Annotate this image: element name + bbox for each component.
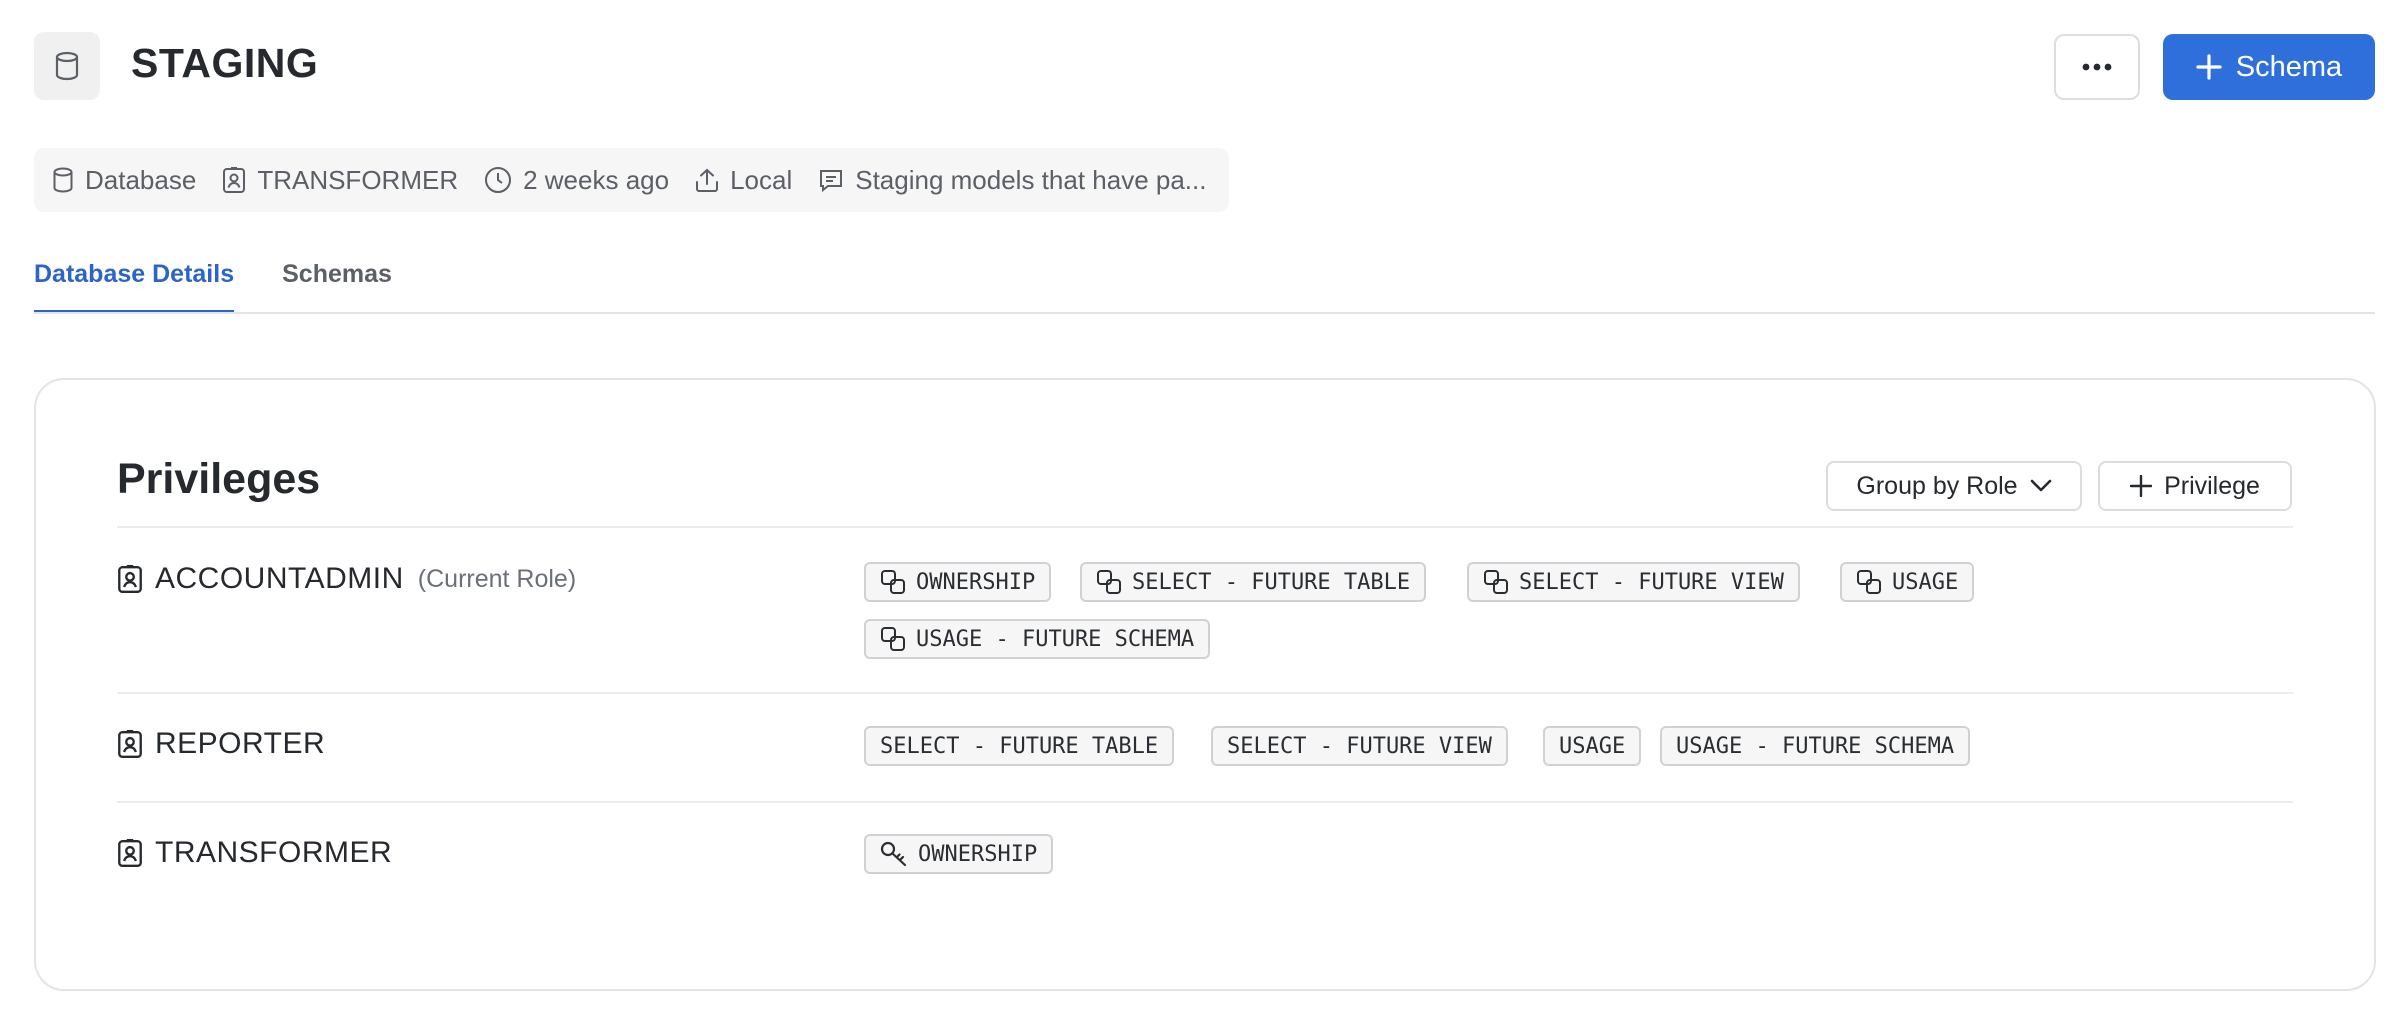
role-name: REPORTER <box>155 727 326 760</box>
inherited-grant-icon <box>881 570 905 594</box>
chip-label: OWNERSHIP <box>918 841 1038 867</box>
chip-label: USAGE - FUTURE SCHEMA <box>916 626 1195 652</box>
user-badge-icon <box>223 167 246 193</box>
inherited-grant-icon <box>1097 570 1121 594</box>
privilege-chip-usage-future-schema[interactable]: USAGE - FUTURE SCHEMA <box>1660 726 1971 766</box>
tab-database-details[interactable]: Database Details <box>34 250 235 314</box>
role-name: TRANSFORMER <box>155 836 393 869</box>
key-icon <box>880 841 907 867</box>
plus-icon <box>2196 54 2222 80</box>
meta-source-label: Local <box>730 164 793 195</box>
add-schema-button[interactable]: Schema <box>2163 34 2375 100</box>
chip-label: SELECT - FUTURE VIEW <box>1519 569 1784 595</box>
privilege-chip-select-future-view[interactable]: SELECT - FUTURE VIEW <box>1467 562 1800 602</box>
user-badge-icon <box>118 838 142 868</box>
role-reporter[interactable]: REPORTER <box>117 727 325 761</box>
database-meta-bar: Database TRANSFORMER 2 weeks ago Local S… <box>34 148 1229 212</box>
role-transformer[interactable]: TRANSFORMER <box>117 836 392 870</box>
current-role-note: (Current Role) <box>417 564 577 593</box>
chip-label: OWNERSHIP <box>916 569 1036 595</box>
add-privilege-label: Privilege <box>2164 471 2260 500</box>
meta-comment-label: Staging models that have pa... <box>855 164 1207 195</box>
inherited-grant-icon <box>1857 570 1881 594</box>
privilege-chip-ownership[interactable]: OWNERSHIP <box>864 562 1052 602</box>
chip-label: USAGE <box>1559 733 1626 759</box>
plus-icon <box>2130 475 2153 497</box>
privilege-chip-select-future-table[interactable]: SELECT - FUTURE TABLE <box>1080 562 1427 602</box>
privilege-chip-usage[interactable]: USAGE <box>1543 726 1642 766</box>
tab-divider <box>34 312 2375 314</box>
database-icon <box>55 51 79 81</box>
meta-updated-label: 2 weeks ago <box>523 164 670 195</box>
inherited-grant-icon <box>1484 570 1508 594</box>
privileges-title: Privileges <box>117 455 321 503</box>
privilege-chip-usage[interactable]: USAGE <box>1840 562 1975 602</box>
more-options-button[interactable] <box>2054 34 2140 100</box>
meta-owner-label: TRANSFORMER <box>257 164 459 195</box>
upload-icon <box>696 168 719 192</box>
clock-icon <box>485 167 512 193</box>
more-horizontal-icon <box>2082 63 2112 71</box>
privilege-chip-select-future-table[interactable]: SELECT - FUTURE TABLE <box>864 726 1175 766</box>
add-privilege-button[interactable]: Privilege <box>2098 461 2292 511</box>
meta-type: Database <box>52 165 196 196</box>
group-by-role-dropdown[interactable]: Group by Role <box>1826 461 2082 511</box>
row-divider <box>117 801 2293 803</box>
tab-bar: Database Details Schemas <box>34 250 392 314</box>
chip-label: SELECT - FUTURE TABLE <box>1132 569 1411 595</box>
meta-updated: 2 weeks ago <box>484 165 669 196</box>
privilege-chip-select-future-view[interactable]: SELECT - FUTURE VIEW <box>1211 726 1508 766</box>
row-divider <box>117 692 2293 694</box>
role-name: ACCOUNTADMIN <box>155 562 404 595</box>
comment-icon <box>820 170 843 193</box>
user-badge-icon <box>118 564 142 594</box>
chip-label: SELECT - FUTURE VIEW <box>1227 733 1492 759</box>
privilege-chip-usage-future-schema[interactable]: USAGE - FUTURE SCHEMA <box>864 619 1211 659</box>
chip-label: USAGE <box>1892 569 1959 595</box>
database-avatar <box>34 32 100 100</box>
chevron-down-icon <box>2030 479 2051 492</box>
group-by-label: Group by Role <box>1856 471 2018 500</box>
chip-label: USAGE - FUTURE SCHEMA <box>1676 733 1955 759</box>
add-schema-label: Schema <box>2235 50 2343 83</box>
tab-schemas[interactable]: Schemas <box>282 250 392 314</box>
inherited-grant-icon <box>881 627 905 651</box>
user-badge-icon <box>118 729 142 759</box>
role-accountadmin[interactable]: ACCOUNTADMIN (Current Role) <box>117 562 576 596</box>
privilege-chip-ownership[interactable]: OWNERSHIP <box>864 834 1054 874</box>
chip-label: SELECT - FUTURE TABLE <box>880 733 1159 759</box>
database-icon <box>53 167 73 193</box>
meta-source: Local <box>695 165 792 196</box>
meta-owner[interactable]: TRANSFORMER <box>222 165 458 196</box>
row-divider <box>117 526 2293 528</box>
meta-type-label: Database <box>85 164 197 195</box>
page-title: STAGING <box>131 40 319 86</box>
meta-comment[interactable]: Staging models that have pa... <box>818 165 1206 196</box>
